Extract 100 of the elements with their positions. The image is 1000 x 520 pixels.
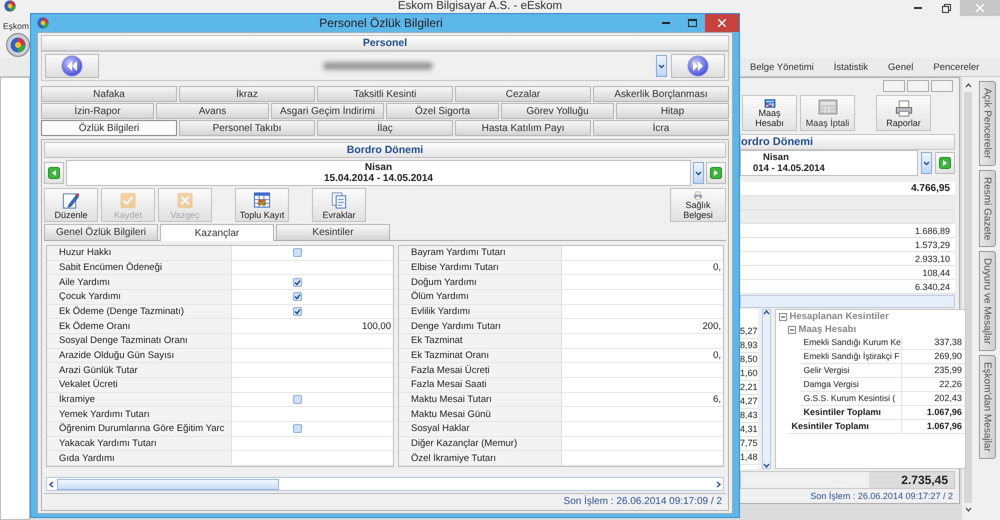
tab[interactable]: İlaç bbox=[317, 120, 453, 136]
field-label: Maktu Mesai Günü bbox=[399, 407, 562, 422]
side-tab[interactable]: Duyuru ve Mesajlar bbox=[978, 250, 996, 352]
tab[interactable]: Kesintiler bbox=[276, 224, 390, 240]
field-label: Aile Yardımı bbox=[47, 275, 232, 290]
tab[interactable]: Hasta Katılım Payı bbox=[455, 120, 591, 136]
table-cell: 202,43 bbox=[900, 392, 965, 405]
table-cell-text: Emekli Sandığı İştirakçi F bbox=[802, 350, 900, 363]
table-cell: 22,26 bbox=[900, 378, 965, 391]
ribbon-tab[interactable]: İstatistik bbox=[834, 62, 868, 72]
tab[interactable]: Kazançlar bbox=[160, 224, 274, 241]
previous-icon bbox=[48, 167, 60, 179]
tab[interactable]: Cezalar bbox=[455, 86, 591, 102]
tab[interactable]: Görev Yolluğu bbox=[501, 103, 614, 119]
minimize-icon bbox=[914, 7, 922, 9]
scroll-down-icon[interactable] bbox=[762, 463, 770, 468]
minimize-icon bbox=[662, 22, 670, 24]
field-label: Diğer Kazançlar (Memur) bbox=[399, 436, 562, 450]
scroll-up-icon[interactable] bbox=[762, 310, 770, 315]
next-button[interactable] bbox=[671, 54, 725, 78]
field-value: 6, bbox=[712, 393, 722, 406]
field-label: Fazla Mesai Ücreti bbox=[399, 363, 562, 378]
horizontal-scrollbar[interactable] bbox=[46, 477, 724, 491]
toolbar-button[interactable]: Sağlık Belgesi bbox=[670, 188, 726, 222]
scroll-right-icon[interactable] bbox=[716, 480, 721, 488]
checkbox[interactable] bbox=[293, 395, 302, 404]
side-tab[interactable]: Resmi Gazete bbox=[978, 170, 996, 247]
next-button[interactable] bbox=[706, 162, 726, 184]
tab[interactable]: İzin-Rapor bbox=[41, 103, 154, 119]
tab[interactable]: Askerlik Borçlanması bbox=[593, 86, 729, 102]
close-button[interactable] bbox=[705, 14, 739, 32]
restore-icon bbox=[942, 4, 950, 12]
field-label: Vekalet Ücreti bbox=[47, 378, 232, 392]
toolbar-button[interactable]: Toplu Kayıt bbox=[235, 188, 289, 222]
tab[interactable]: Personel Takıbı bbox=[179, 120, 315, 136]
dropdown-button[interactable] bbox=[693, 162, 704, 184]
ribbon-tab[interactable]: Genel bbox=[888, 62, 914, 72]
tab[interactable]: Özel Sigorta bbox=[386, 103, 499, 119]
documents-icon bbox=[329, 191, 349, 210]
tab[interactable]: Özlük Bilgileri bbox=[41, 120, 177, 136]
previous-button[interactable] bbox=[44, 162, 64, 184]
toolbar-button[interactable]: Evraklar bbox=[312, 188, 366, 222]
total-value: 4.766,95 bbox=[911, 183, 950, 194]
ribbon-tab[interactable]: Belge Yönetimi bbox=[750, 62, 814, 72]
close-icon bbox=[718, 19, 726, 27]
field-label: Arazi Günlük Tutar bbox=[47, 363, 232, 378]
tab[interactable]: Avans bbox=[156, 103, 269, 119]
dropdown-button[interactable] bbox=[921, 152, 932, 174]
section-header: Personel bbox=[41, 35, 729, 51]
dropdown-button[interactable] bbox=[656, 55, 667, 77]
checkbox[interactable] bbox=[293, 307, 302, 316]
field-label: Sosyal Haklar bbox=[399, 422, 562, 436]
scroll-up-icon[interactable] bbox=[964, 83, 972, 88]
tab[interactable]: Hitap bbox=[616, 103, 729, 119]
collapse-icon[interactable] bbox=[788, 326, 796, 334]
tree-node[interactable]: Hesaplanan Kesintiler bbox=[790, 311, 889, 322]
scroll-down-icon[interactable] bbox=[964, 507, 972, 512]
checkbox[interactable] bbox=[293, 292, 302, 302]
toolbar-button[interactable]: Düzenle bbox=[44, 188, 98, 222]
tree-node[interactable]: Maaş Hesabı bbox=[798, 324, 856, 335]
tab[interactable]: Taksitli Kesinti bbox=[317, 86, 453, 102]
field-label: Denge Yardımı Tutarı bbox=[399, 319, 562, 334]
next-button[interactable] bbox=[935, 152, 955, 174]
scroll-left-icon[interactable] bbox=[49, 480, 54, 488]
maximize-icon bbox=[688, 19, 696, 27]
grand-total: 2.735,45 bbox=[901, 473, 948, 487]
tab[interactable]: İkraz bbox=[179, 86, 315, 102]
amount-value: 108,44 bbox=[922, 268, 950, 278]
table-cell: 269,90 bbox=[900, 350, 965, 363]
previous-button[interactable] bbox=[45, 54, 99, 78]
table-cell: 1.067,96 bbox=[900, 406, 965, 419]
tab[interactable]: Asgari Geçim İndirimi bbox=[271, 103, 384, 119]
scrollbar[interactable] bbox=[762, 309, 771, 469]
window-title: Eskom Bilgisayar A.S. - eEskom bbox=[396, 0, 564, 12]
side-tab[interactable]: Eşkom'dan Mesajlar bbox=[978, 355, 996, 459]
tab[interactable]: Genel Özlük Bilgileri bbox=[44, 224, 158, 240]
pencil-icon bbox=[61, 191, 81, 210]
field-label: Gıda Yardımı bbox=[47, 451, 232, 466]
amount-value: 1.573,29 bbox=[914, 240, 950, 250]
app-logo-icon bbox=[37, 17, 49, 29]
checkbox[interactable] bbox=[293, 278, 302, 287]
checkbox[interactable] bbox=[293, 424, 302, 434]
toolbar-button[interactable]: Maaş Hesabı bbox=[742, 95, 797, 131]
ribbon-tab[interactable]: Pencereler bbox=[933, 62, 980, 72]
field-value: 100,00 bbox=[360, 320, 392, 334]
period-field[interactable]: Nisan 014 - 14.05.2014 bbox=[740, 150, 918, 176]
table-cell-text: Emekli Sandığı Kurum Ke bbox=[802, 336, 901, 349]
period-field[interactable]: Nisan 15.04.2014 - 14.05.2014 bbox=[66, 160, 691, 186]
checkbox[interactable] bbox=[293, 248, 302, 258]
section-header: Bordro Dönemi bbox=[44, 142, 726, 158]
side-tab[interactable]: Açık Pencereler bbox=[978, 81, 996, 166]
field-label: Maktu Mesai Tutarı bbox=[399, 392, 562, 406]
table-cell-text: Gelir Vergisi bbox=[802, 364, 850, 377]
tab[interactable]: İcra bbox=[593, 120, 729, 136]
field-label: Ek Ödeme (Denge Tazminatı) bbox=[47, 304, 232, 318]
collapse-icon[interactable] bbox=[778, 312, 787, 320]
toolbar-button[interactable]: Raporlar bbox=[876, 95, 931, 131]
menu-item[interactable]: Eşkom bbox=[3, 21, 29, 31]
tab[interactable]: Nafaka bbox=[41, 86, 177, 102]
app-menu-button[interactable] bbox=[6, 33, 30, 57]
